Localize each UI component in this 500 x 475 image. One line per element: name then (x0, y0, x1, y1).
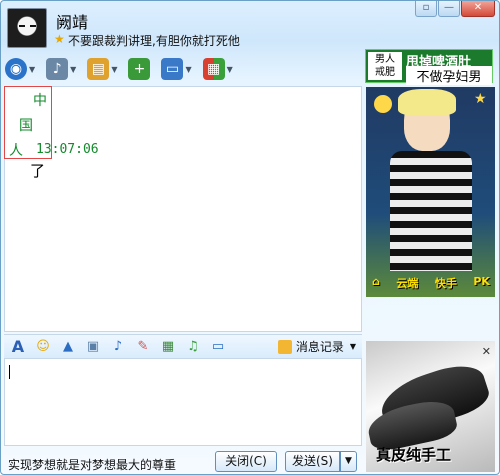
ad-character-show[interactable]: ★ ⌂ 云端 快手 PK (366, 87, 495, 297)
webcam-icon: ◉ (5, 58, 27, 80)
avatar-show-body (390, 151, 472, 271)
shake-icon[interactable]: ▲ (58, 337, 78, 357)
message-char: 人 (9, 143, 23, 159)
ad-banner-top[interactable]: 男人 戒肥 甩掉啤酒肚 不做孕妇男 (365, 49, 493, 85)
voice-call-button[interactable]: ♪ ▼ (46, 56, 76, 82)
ad-top-left-text: 男人 戒肥 (368, 52, 402, 80)
minimize-button[interactable]: — (438, 1, 460, 17)
avatar-show-hair (398, 89, 456, 115)
chat-toolbar: ◉ ▼ ♪ ▼ ▤ ▼ + ▭ ▼ ▦ ▼ (5, 54, 361, 84)
message-input[interactable] (4, 358, 362, 446)
star-icon: ★ (54, 32, 65, 46)
monitor-icon: ▭ (161, 58, 184, 80)
chevron-down-icon[interactable]: ▼ (29, 65, 35, 74)
ad-banner-bottom[interactable]: ✕ 真皮纯手工 (366, 341, 495, 472)
avatar-eye (30, 25, 36, 27)
input-toolbar: A ☺ ▲ ▣ ♪ ✎ ▦ ♫ ▭ 消息记录 ▼ (4, 334, 362, 358)
emoji-icon[interactable]: ☺ (33, 337, 53, 357)
ad-mid-label[interactable]: 快手 (435, 275, 457, 291)
avatar[interactable] (7, 8, 47, 48)
gif-icon[interactable]: ▣ (83, 337, 103, 357)
add-screen-icon: + (128, 58, 151, 80)
send-file-button[interactable]: ▤ ▼ (87, 56, 117, 82)
chevron-down-icon[interactable]: ▼ (227, 65, 233, 74)
share-screen-button[interactable]: ▭ ▼ (161, 56, 192, 82)
star-icon: ★ (474, 91, 487, 107)
message-time: 13:07:06 (36, 142, 99, 157)
send-options-dropdown[interactable]: ▼ (340, 451, 357, 472)
message-char: 中 (33, 93, 47, 109)
ad-top-line2: 不做孕妇男 (406, 66, 492, 85)
restore-button[interactable]: ▫ (415, 1, 437, 17)
moon-icon (374, 95, 392, 113)
window-controls: ▫ — ✕ (414, 1, 495, 17)
chevron-down-icon[interactable]: ▼ (70, 65, 76, 74)
video-call-button[interactable]: ◉ ▼ (5, 56, 35, 82)
footer-tip: 实现梦想就是对梦想最大的尊重 (8, 458, 177, 472)
chat-history[interactable]: 中 国 人 13:07:06 了 (4, 86, 362, 332)
home-icon[interactable]: ⌂ (372, 275, 380, 291)
chat-window: 阙靖 ★ 不要跟裁判讲理,有胆你就打死他 ▫ — ✕ ◉ ▼ ♪ ▼ ▤ ▼ +… (0, 0, 500, 475)
music-icon[interactable]: ♫ (183, 337, 203, 357)
font-icon[interactable]: A (8, 337, 28, 357)
remote-assist-button[interactable]: + (128, 56, 151, 82)
chevron-down-icon[interactable]: ▼ (185, 65, 191, 74)
apps-grid-icon: ▦ (202, 58, 225, 80)
image-icon[interactable]: ▦ (158, 337, 178, 357)
history-icon (277, 339, 292, 354)
text-caret (9, 365, 10, 379)
screenshot-icon[interactable]: ▭ (208, 337, 228, 357)
close-button[interactable]: 关闭(C) (215, 451, 277, 472)
chevron-down-icon[interactable]: ▼ (350, 342, 356, 351)
contact-nickname[interactable]: 阙靖 (56, 9, 88, 33)
ad-bottom-caption: 真皮纯手工 (376, 446, 452, 464)
message-char: 国 (19, 118, 33, 134)
avatar-eye (19, 25, 25, 27)
microphone-icon: ♪ (46, 58, 69, 80)
ad-mid-labels: ⌂ 云端 快手 PK (372, 275, 490, 291)
chevron-down-icon[interactable]: ▼ (111, 65, 117, 74)
voice-message-icon[interactable]: ♪ (108, 337, 128, 357)
message-history-button[interactable]: 消息记录 ▼ (277, 338, 356, 355)
contact-signature: 不要跟裁判讲理,有胆你就打死他 (68, 34, 240, 48)
folder-icon: ▤ (87, 58, 110, 80)
message-text: 了 (30, 162, 46, 180)
send-button[interactable]: 发送(S) (285, 451, 340, 472)
apps-button[interactable]: ▦ ▼ (202, 56, 233, 82)
ad-mid-label[interactable]: 云端 (396, 275, 418, 291)
doodle-icon[interactable]: ✎ (133, 337, 153, 357)
message-history-label: 消息记录 (295, 340, 344, 354)
ad-mid-label[interactable]: PK (473, 275, 490, 291)
close-icon[interactable]: ✕ (482, 345, 491, 358)
close-window-button[interactable]: ✕ (461, 1, 495, 17)
